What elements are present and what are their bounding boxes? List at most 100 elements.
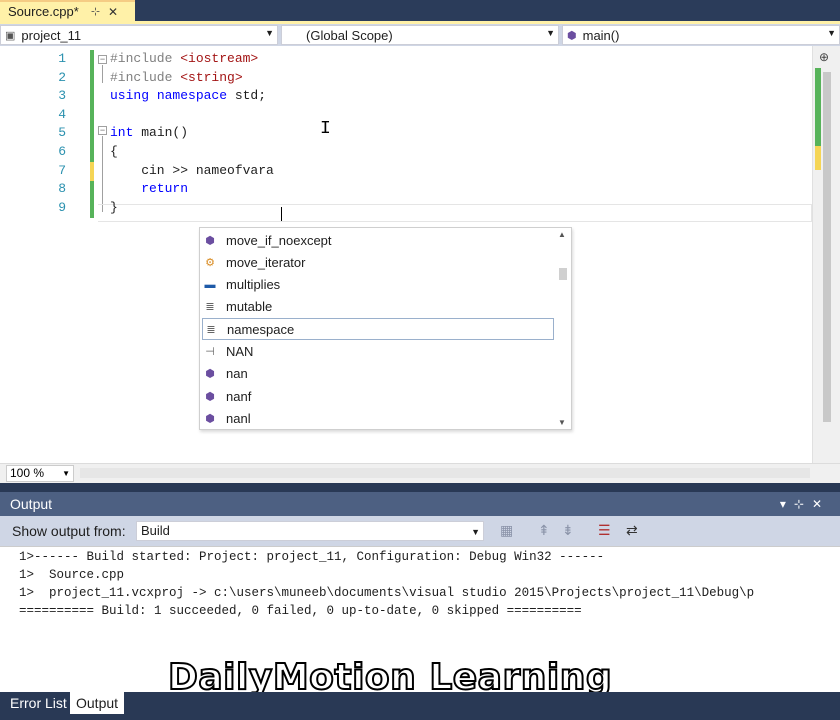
zoom-dropdown[interactable]: 100 % ▼	[6, 465, 74, 482]
visual-studio-window: Source.cpp* ⊹ ✕ ▣ project_11 ▼ (Global S…	[0, 0, 840, 720]
intellisense-item[interactable]: ⬢ nan	[202, 363, 554, 385]
clear-all-icon[interactable]: ☰	[598, 522, 611, 539]
intellisense-item[interactable]: ▬ multiplies	[202, 274, 554, 296]
function-icon: ⬢	[205, 368, 215, 381]
intellisense-item-label: move_if_noexcept	[226, 232, 332, 248]
line-number: 9	[58, 199, 66, 215]
pin-icon[interactable]: ⊹	[91, 5, 100, 18]
text-caret	[281, 207, 282, 221]
class-template-icon: ⚙	[205, 256, 215, 269]
code-token: #include	[110, 51, 181, 66]
fold-line	[102, 65, 103, 83]
change-indicator-saved	[90, 181, 94, 218]
chevron-down-icon: ▼	[265, 28, 274, 38]
keyword-icon: ≣	[206, 323, 216, 336]
scroll-up-icon[interactable]: ▲	[558, 230, 566, 239]
member-dropdown-value: main()	[582, 27, 620, 43]
line-number: 4	[58, 106, 66, 122]
intellisense-item[interactable]: ⬢ move_if_noexcept	[202, 229, 554, 251]
intellisense-scrollbar[interactable]: ▲ ▼	[557, 230, 569, 427]
vertical-scrollbar[interactable]: ⊕	[812, 46, 840, 463]
project-dropdown[interactable]: ▣ project_11 ▼	[0, 25, 278, 45]
output-title: Output	[10, 496, 53, 512]
find-message-icon[interactable]: ▦	[500, 522, 513, 539]
intellisense-item[interactable]: ⚙ move_iterator	[202, 251, 554, 273]
splitter-icon[interactable]: ⊕	[819, 50, 829, 64]
project-icon: ▣	[5, 29, 16, 42]
previous-message-icon[interactable]: ⇞	[538, 522, 550, 539]
bottom-tabs: Error List Output	[0, 692, 840, 720]
function-icon: ⬢	[205, 234, 215, 247]
intellisense-scroll-thumb[interactable]	[559, 268, 567, 280]
document-tab-strip: Source.cpp* ⊹ ✕	[0, 0, 840, 21]
code-line[interactable]: cin >> nameofvara	[110, 162, 274, 181]
intellisense-item-label: nan	[226, 366, 248, 382]
collapse-icon[interactable]: −	[98, 55, 107, 64]
code-line[interactable]	[110, 106, 274, 125]
chevron-down-icon: ▼	[62, 469, 70, 478]
output-toolbar: Show output from: Build ▼ ▦ ⇞ ⇟ ☰ ⇄	[0, 516, 840, 546]
code-token: {	[110, 143, 118, 159]
code-line[interactable]: #include <iostream>	[110, 50, 274, 69]
code-token: <string>	[180, 69, 243, 85]
output-source-dropdown[interactable]: Build ▼	[136, 521, 484, 541]
horizontal-scrollbar[interactable]	[80, 468, 810, 478]
intellisense-item-label: nanl	[226, 410, 251, 426]
code-token: cin >> nameofvara	[110, 162, 274, 178]
tab-output[interactable]: Output	[70, 692, 125, 714]
function-icon: ⬢	[567, 29, 577, 42]
line-number: 8	[58, 181, 66, 197]
ibeam-cursor-icon: I	[320, 119, 331, 139]
line-number: 5	[58, 125, 66, 141]
word-wrap-icon[interactable]: ⇄	[626, 522, 638, 539]
macro-icon: ⊣	[205, 346, 215, 358]
intellisense-item[interactable]: ⊣ NAN	[202, 341, 554, 363]
intellisense-item[interactable]: ⬢ nanf	[202, 385, 554, 407]
intellisense-item[interactable]: ≣ namespace	[202, 318, 554, 341]
scroll-down-icon[interactable]: ▼	[558, 418, 566, 427]
intellisense-item-label: move_iterator	[226, 254, 306, 270]
code-token: std;	[234, 88, 267, 104]
tab-error-list[interactable]: Error List	[4, 692, 73, 714]
line-number: 1	[58, 51, 66, 66]
scope-dropdown[interactable]: (Global Scope) ▼	[281, 25, 559, 45]
close-icon[interactable]: ✕	[812, 497, 830, 511]
intellisense-item-label: NAN	[226, 344, 254, 359]
code-line[interactable]: return	[110, 180, 274, 199]
scroll-thumb[interactable]	[823, 72, 831, 422]
pin-icon[interactable]: ⊹	[794, 497, 812, 511]
output-line: 1> project_11.vcxproj -> c:\users\muneeb…	[19, 586, 755, 600]
intellisense-item[interactable]: ≣ mutable	[202, 296, 554, 318]
chevron-down-icon: ▼	[546, 28, 555, 38]
function-icon: ⬢	[205, 412, 215, 425]
intellisense-item[interactable]: ⬢ nanl	[202, 407, 554, 429]
code-line[interactable]: using namespace std;	[110, 87, 274, 106]
code-token: #include	[110, 69, 181, 85]
member-dropdown[interactable]: ⬢ main() ▼	[562, 25, 840, 45]
code-text[interactable]: #include <iostream> #include <string> usin…	[110, 50, 274, 217]
close-icon[interactable]: ✕	[108, 5, 118, 19]
output-line: ========== Build: 1 succeeded, 0 failed,…	[19, 604, 582, 618]
chevron-down-icon: ▼	[827, 28, 836, 38]
line-numbers: 1 2 3 4 5 6 7 8 9	[8, 50, 66, 217]
output-line: 1> Source.cpp	[19, 568, 125, 582]
editor-footer: 100 % ▼	[0, 463, 840, 483]
line-number: 7	[58, 162, 66, 178]
collapse-icon[interactable]: −	[98, 126, 107, 135]
intellisense-item-label: nanf	[226, 388, 252, 404]
intellisense-list[interactable]: ▲ ▼ ⬢ move_if_noexcept ⚙ move_iterator ▬ mult…	[199, 227, 572, 430]
keyword-icon: ≣	[205, 301, 215, 314]
intellisense-item-label: multiplies	[226, 277, 281, 293]
code-line[interactable]: int main()	[110, 124, 274, 143]
scroll-marker-saved	[815, 68, 821, 148]
code-token: int	[110, 125, 142, 141]
code-line[interactable]: }	[110, 199, 274, 218]
line-number: 6	[58, 143, 66, 159]
window-position-icon[interactable]: ▾	[780, 497, 794, 511]
code-editor[interactable]: 123456789 − − #include <iostream> #includ…	[0, 46, 840, 463]
code-line[interactable]: {	[110, 143, 274, 162]
next-message-icon[interactable]: ⇟	[562, 522, 574, 539]
code-line[interactable]: #include <string>	[110, 69, 274, 88]
tab-source-cpp[interactable]: Source.cpp* ⊹ ✕	[0, 0, 135, 21]
tab-title: Source.cpp*	[8, 4, 79, 19]
